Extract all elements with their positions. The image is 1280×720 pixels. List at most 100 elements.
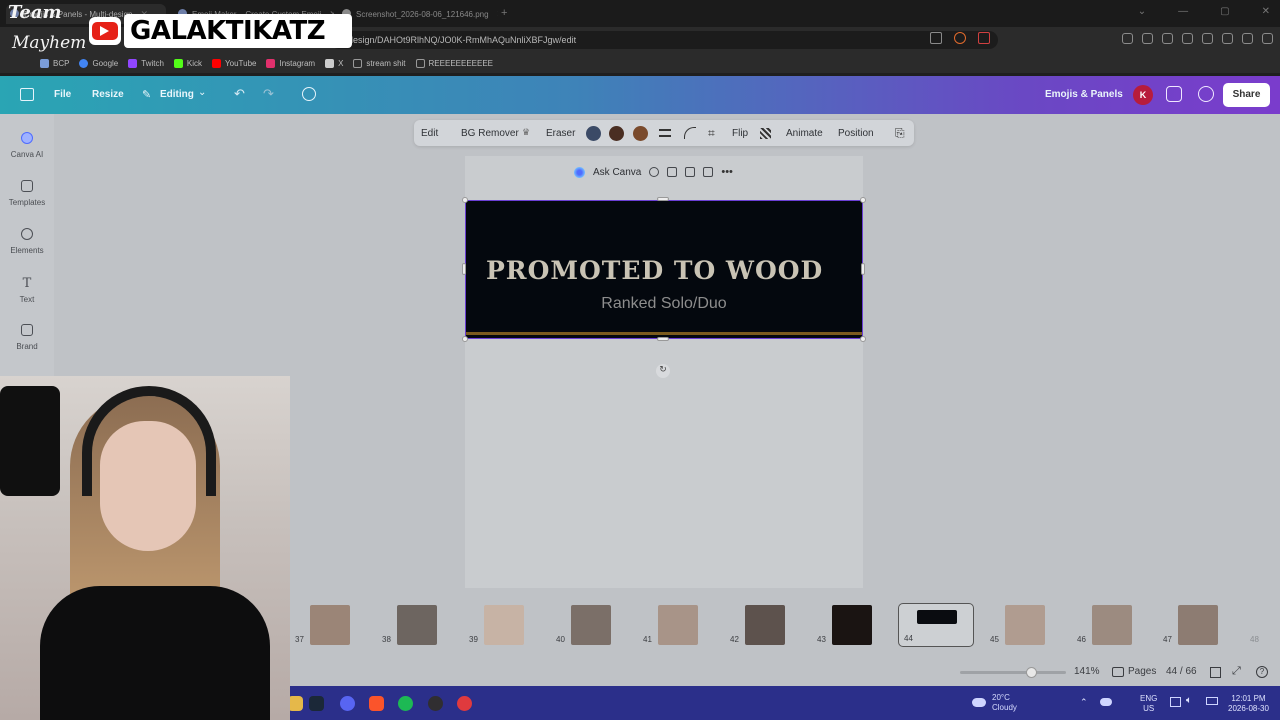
url-field[interactable]: design/DAHOt9RlhNQ/JO0K-RmMhAQuNnliXBFJg… bbox=[330, 31, 998, 49]
comment-add-icon[interactable] bbox=[649, 167, 660, 177]
transparency-icon[interactable] bbox=[760, 128, 771, 139]
more-options-icon[interactable]: ••• bbox=[721, 166, 733, 178]
redo-icon[interactable]: ↷ bbox=[263, 86, 274, 102]
extension-1-icon[interactable] bbox=[1122, 33, 1133, 44]
tab-screenshot[interactable]: Screenshot_2026-08-06_121646.png ✕ bbox=[338, 4, 498, 24]
lock-icon[interactable] bbox=[667, 167, 678, 177]
resize-handle-bottom-right[interactable] bbox=[860, 336, 866, 342]
bg-remover-button[interactable]: BG Remover bbox=[461, 128, 519, 139]
page-thumbnail[interactable]: 48 bbox=[1245, 603, 1280, 647]
close-tab-icon[interactable]: ✕ bbox=[497, 9, 498, 20]
file-explorer-icon[interactable] bbox=[288, 696, 303, 711]
project-title[interactable]: Emojis & Panels bbox=[1045, 89, 1123, 100]
sidebar-icon[interactable] bbox=[1182, 33, 1193, 44]
help-icon[interactable]: ? bbox=[1256, 666, 1268, 678]
animate-button[interactable]: Animate bbox=[786, 128, 823, 139]
brave-shield-icon[interactable] bbox=[954, 32, 966, 44]
ask-canva-button[interactable]: Ask Canva bbox=[593, 167, 641, 178]
tab-search-icon[interactable]: ⌄ bbox=[1138, 6, 1146, 17]
page-thumbnail-selected[interactable]: 44 bbox=[898, 603, 974, 647]
bookmark-folder-reee[interactable]: REEEEEEEEEEE bbox=[415, 58, 493, 68]
app-red-icon[interactable] bbox=[457, 696, 472, 711]
close-window-icon[interactable]: ✕ bbox=[1262, 6, 1270, 17]
fullscreen-icon[interactable]: ⤢ bbox=[1232, 665, 1241, 678]
clock[interactable]: 12:01 PM 2026-08-30 bbox=[1228, 694, 1269, 714]
rotate-handle-icon[interactable]: ↻ bbox=[656, 364, 670, 378]
resize-handle-bottom[interactable] bbox=[657, 337, 669, 341]
clipboard-icon[interactable] bbox=[930, 32, 942, 44]
sidebar-item-brand[interactable]: Brand bbox=[0, 324, 54, 351]
resize-handle-left[interactable] bbox=[462, 263, 466, 275]
sidebar-item-elements[interactable]: Elements bbox=[0, 228, 54, 255]
zoom-slider-handle[interactable] bbox=[1026, 667, 1037, 678]
display-icon[interactable] bbox=[1170, 697, 1181, 707]
cloud-saved-icon[interactable] bbox=[302, 87, 316, 101]
position-button[interactable]: Position bbox=[838, 128, 874, 139]
wallet-icon[interactable] bbox=[1202, 33, 1213, 44]
home-icon[interactable] bbox=[20, 88, 34, 101]
spotify-icon[interactable] bbox=[398, 696, 413, 711]
undo-icon[interactable]: ↶ bbox=[234, 86, 245, 102]
page-thumbnail[interactable]: 41 bbox=[638, 603, 714, 647]
corner-rounding-icon[interactable] bbox=[684, 127, 696, 139]
brave-icon[interactable] bbox=[369, 696, 384, 711]
comment-icon[interactable] bbox=[1198, 86, 1214, 102]
resize-handle-top-left[interactable] bbox=[462, 197, 468, 203]
zoom-level[interactable]: 141% bbox=[1074, 666, 1100, 677]
share-button[interactable]: Share bbox=[1223, 83, 1270, 107]
color-swatch-3[interactable] bbox=[633, 126, 648, 141]
analytics-icon[interactable] bbox=[1166, 86, 1182, 102]
zoom-slider[interactable] bbox=[960, 671, 1066, 674]
sidebar-item-templates[interactable]: Templates bbox=[0, 180, 54, 207]
color-swatch-1[interactable] bbox=[586, 126, 601, 141]
trash-icon[interactable] bbox=[703, 167, 714, 177]
edit-button[interactable]: Edit bbox=[421, 128, 438, 139]
weather-widget[interactable]: 20°C Cloudy bbox=[992, 693, 1017, 713]
discord-icon[interactable] bbox=[340, 696, 355, 711]
minimize-icon[interactable]: — bbox=[1178, 6, 1188, 17]
color-swatch-2[interactable] bbox=[609, 126, 624, 141]
vpn-icon[interactable] bbox=[1242, 33, 1253, 44]
bookmark-twitch[interactable]: Twitch bbox=[128, 58, 164, 68]
volume-icon[interactable]: 🔈︎ bbox=[1186, 695, 1192, 706]
selected-image-banner[interactable]: PROMOTED TO WOOD Ranked Solo/Duo bbox=[465, 200, 863, 339]
maximize-icon[interactable]: ▢ bbox=[1220, 6, 1229, 17]
page-thumbnail[interactable]: 39 bbox=[464, 603, 540, 647]
bookmark-folder-stream[interactable]: stream shit bbox=[353, 58, 406, 68]
eraser-button[interactable]: Eraser bbox=[546, 128, 575, 139]
sidebar-item-canva-ai[interactable]: Canva AI bbox=[0, 132, 54, 159]
steam-icon[interactable] bbox=[309, 696, 324, 711]
pages-button[interactable]: Pages bbox=[1128, 666, 1156, 677]
bookmark-kick[interactable]: Kick bbox=[173, 58, 202, 68]
music-icon[interactable] bbox=[1162, 33, 1173, 44]
crop-icon[interactable]: ⌗ bbox=[708, 126, 715, 141]
resize-handle-top-right[interactable] bbox=[860, 197, 866, 203]
grid-view-icon[interactable] bbox=[1210, 667, 1221, 678]
page-thumbnail[interactable]: 38 bbox=[377, 603, 453, 647]
page-thumbnail[interactable]: 47 bbox=[1158, 603, 1234, 647]
editing-mode-dropdown[interactable]: Editing bbox=[160, 89, 194, 100]
page-thumbnail[interactable]: 45 bbox=[985, 603, 1061, 647]
resize-handle-right[interactable] bbox=[861, 263, 865, 275]
battery-icon[interactable] bbox=[1206, 697, 1218, 705]
sidebar-item-text[interactable]: T Text bbox=[0, 276, 54, 304]
bookmark-x[interactable]: X bbox=[325, 58, 343, 68]
resize-handle-bottom-left[interactable] bbox=[462, 336, 468, 342]
page-thumbnail[interactable]: 37 bbox=[290, 603, 366, 647]
obs-icon[interactable] bbox=[428, 696, 443, 711]
bookmark-instagram[interactable]: Instagram bbox=[266, 58, 315, 68]
bookmark-youtube[interactable]: YouTube bbox=[212, 58, 256, 68]
menu-icon[interactable] bbox=[1262, 33, 1273, 44]
avatar[interactable]: K bbox=[1133, 85, 1153, 105]
chevron-up-icon[interactable]: ⌃ bbox=[1080, 697, 1088, 708]
page-thumbnail[interactable]: 43 bbox=[812, 603, 888, 647]
resize-menu[interactable]: Resize bbox=[92, 89, 124, 100]
page-thumbnail[interactable]: 40 bbox=[551, 603, 627, 647]
border-style-icon[interactable] bbox=[659, 129, 671, 137]
flip-button[interactable]: Flip bbox=[732, 128, 748, 139]
file-menu[interactable]: File bbox=[54, 89, 71, 100]
new-tab-icon[interactable]: + bbox=[501, 7, 507, 19]
leo-ai-icon[interactable] bbox=[1222, 33, 1233, 44]
duplicate-icon[interactable] bbox=[685, 167, 696, 177]
brave-rewards-icon[interactable] bbox=[978, 32, 990, 44]
